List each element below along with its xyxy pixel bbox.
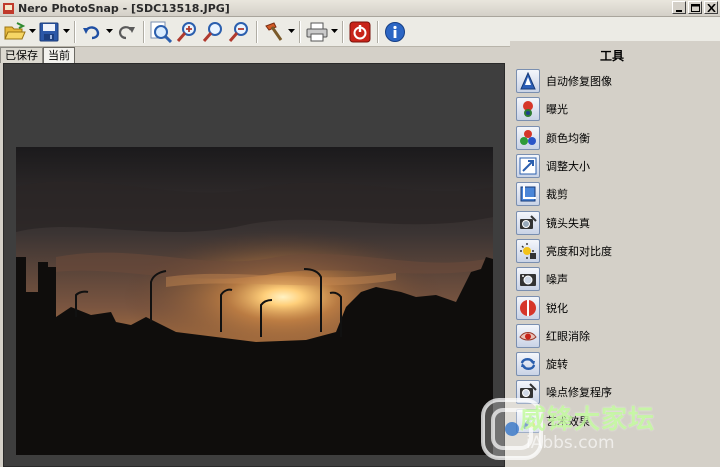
tool-exposure[interactable]: 曝光 xyxy=(516,95,716,123)
chevron-down-icon xyxy=(330,29,338,33)
print-icon xyxy=(306,22,328,41)
sharpen-icon xyxy=(516,295,540,320)
zoom-out-button[interactable] xyxy=(226,19,252,45)
lens-distortion-icon xyxy=(516,210,540,235)
watermark: 威锋大家坛 iAbbs.com xyxy=(476,395,720,467)
tool-sharpen[interactable]: 锐化 xyxy=(516,293,716,321)
maximize-button[interactable] xyxy=(688,1,702,14)
print-dropdown[interactable] xyxy=(330,19,338,45)
print-button[interactable] xyxy=(304,19,330,45)
tool-label: 镜头失真 xyxy=(546,216,590,230)
undo-dropdown[interactable] xyxy=(105,19,113,45)
save-dropdown[interactable] xyxy=(62,19,70,45)
minimize-icon xyxy=(676,10,682,12)
crop-icon xyxy=(516,182,540,207)
tool-brightness-contrast[interactable]: 亮度和对比度 xyxy=(516,237,716,265)
fit-window-button[interactable] xyxy=(148,19,174,45)
noise-icon xyxy=(516,267,540,292)
zoom-out-icon xyxy=(228,21,248,42)
chevron-down-icon xyxy=(287,29,295,33)
tab-saved[interactable]: 已保存 xyxy=(0,47,43,63)
open-dropdown[interactable] xyxy=(28,19,36,45)
redo-button[interactable] xyxy=(113,19,139,45)
info-button[interactable] xyxy=(382,19,408,45)
tool-label: 红眼消除 xyxy=(546,329,590,343)
brightness-contrast-icon xyxy=(516,238,540,263)
image-canvas[interactable] xyxy=(3,63,505,467)
zoom-actual-icon xyxy=(202,21,222,42)
toolbar-separator xyxy=(143,20,144,43)
fit-window-icon xyxy=(150,21,172,43)
window-controls xyxy=(672,1,718,14)
open-icon xyxy=(4,21,26,39)
open-button[interactable] xyxy=(2,19,28,45)
toolbar-separator xyxy=(342,20,343,43)
tools-dropdown[interactable] xyxy=(287,19,295,45)
red-eye-icon xyxy=(516,323,540,348)
tool-label: 裁剪 xyxy=(546,188,568,202)
rotate-icon xyxy=(516,352,540,377)
auto-fix-icon xyxy=(516,69,540,94)
tool-color-balance[interactable]: 颜色均衡 xyxy=(516,124,716,152)
undo-icon xyxy=(83,25,100,39)
tool-auto-fix[interactable]: 自动修复图像 xyxy=(516,67,716,95)
title-bar: Nero PhotoSnap - [SDC13518.JPG] xyxy=(0,0,720,17)
toolbar-separator xyxy=(377,20,378,43)
tool-crop[interactable]: 裁剪 xyxy=(516,180,716,208)
tool-label: 调整大小 xyxy=(546,160,590,174)
minimize-button[interactable] xyxy=(672,1,686,14)
tools-list: 自动修复图像 曝光 颜色均衡 调整大小 裁剪 镜头失真 亮度和对比度 噪声 锐化… xyxy=(516,67,716,435)
window-title: Nero PhotoSnap - [SDC13518.JPG] xyxy=(18,1,230,15)
redo-icon xyxy=(118,25,135,39)
toolbar-separator xyxy=(299,20,300,43)
zoom-in-button[interactable] xyxy=(174,19,200,45)
color-balance-icon xyxy=(516,125,540,150)
tool-label: 曝光 xyxy=(546,103,568,117)
tool-label: 自动修复图像 xyxy=(546,75,612,89)
hammer-tools-icon xyxy=(265,21,283,41)
photo-preview xyxy=(16,147,493,455)
resize-icon xyxy=(516,154,540,179)
tool-label: 旋转 xyxy=(546,358,568,372)
tools-panel-title: 工具 xyxy=(599,49,624,63)
app-icon xyxy=(3,2,14,14)
tool-label: 颜色均衡 xyxy=(546,131,590,145)
chevron-down-icon xyxy=(105,29,113,33)
watermark-url: iAbbs.com xyxy=(526,433,615,453)
chevron-down-icon xyxy=(62,29,70,33)
tab-current[interactable]: 当前 xyxy=(43,47,75,63)
tool-lens-distortion[interactable]: 镜头失真 xyxy=(516,208,716,236)
watermark-text: 威锋大家坛 xyxy=(520,405,656,435)
zoom-in-icon xyxy=(176,21,196,42)
maximize-icon xyxy=(691,4,700,12)
save-icon xyxy=(39,22,59,41)
power-exit-icon xyxy=(349,21,371,42)
tool-label: 噪声 xyxy=(546,273,568,287)
tool-label: 亮度和对比度 xyxy=(546,244,612,258)
close-button[interactable] xyxy=(704,1,718,14)
toolbar-separator xyxy=(74,20,75,43)
close-icon xyxy=(707,4,716,12)
view-tabs: 已保存 当前 xyxy=(0,47,75,63)
toolbar-separator xyxy=(256,20,257,43)
tool-rotate[interactable]: 旋转 xyxy=(516,350,716,378)
tool-label: 锐化 xyxy=(546,301,568,315)
tool-resize[interactable]: 调整大小 xyxy=(516,152,716,180)
chevron-down-icon xyxy=(28,29,36,33)
zoom-actual-button[interactable] xyxy=(200,19,226,45)
undo-button[interactable] xyxy=(79,19,105,45)
save-button[interactable] xyxy=(36,19,62,45)
info-icon xyxy=(385,21,405,42)
tool-red-eye[interactable]: 红眼消除 xyxy=(516,322,716,350)
tool-noise[interactable]: 噪声 xyxy=(516,265,716,293)
exit-button[interactable] xyxy=(347,19,373,45)
exposure-icon xyxy=(516,97,540,122)
tools-button[interactable] xyxy=(261,19,287,45)
